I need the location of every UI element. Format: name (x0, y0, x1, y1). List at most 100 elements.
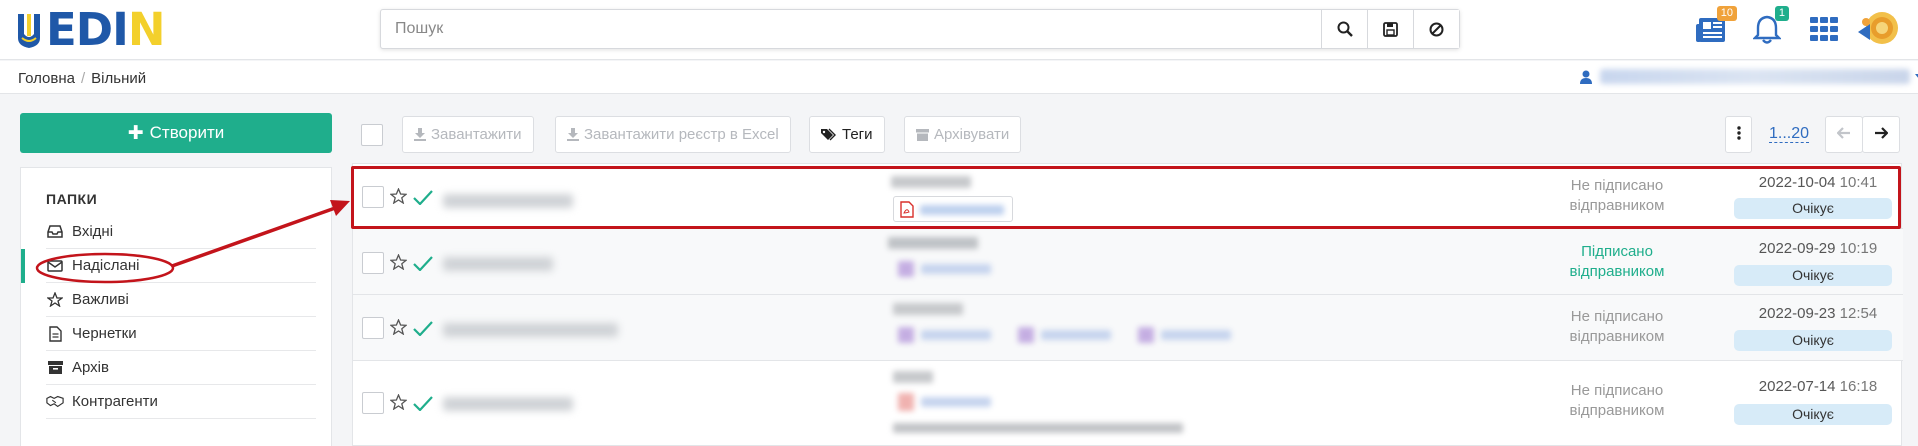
news-button[interactable]: 10 (1695, 6, 1737, 48)
breadcrumb-current: Вільний (91, 70, 147, 87)
more-options-button[interactable] (1725, 116, 1752, 153)
document-details-blurred (893, 423, 1183, 433)
file-icon-blurred (898, 327, 914, 343)
next-page-button[interactable] (1862, 116, 1900, 153)
download-icon (414, 128, 426, 141)
sidebar-item-contractors[interactable]: Контрагенти (46, 385, 316, 419)
search-input[interactable] (381, 10, 1321, 48)
star-icon[interactable] (389, 253, 408, 274)
date: 2022-07-14 (1758, 378, 1836, 395)
sidebar-item-label: Важливі (72, 291, 129, 308)
sidebar-item-label: Вхідні (72, 223, 114, 240)
row-checkbox[interactable] (362, 317, 384, 339)
table-row[interactable]: Підписано відправником 2022-09-29 10:19 … (353, 229, 1903, 295)
check-icon (413, 395, 433, 415)
message-date: 2022-07-14 16:18 (1753, 378, 1883, 395)
notifications-count-badge: 1 (1774, 6, 1789, 21)
date: 2022-09-29 (1758, 240, 1836, 257)
select-all-checkbox[interactable] (361, 124, 383, 146)
create-button[interactable]: ✚ Створити (20, 113, 332, 153)
archive-icon (46, 361, 64, 374)
check-icon (413, 255, 433, 275)
file-icon-blurred (1138, 327, 1154, 343)
apps-grid-icon (1810, 17, 1838, 41)
attachment-name-blurred (1161, 330, 1231, 340)
signature-status: Не підписано відправником (1569, 382, 1665, 419)
download-button[interactable]: Завантажити (402, 116, 534, 153)
sidebar-item-important[interactable]: Важливі (46, 283, 316, 317)
search-icon (1337, 21, 1353, 37)
envelope-icon (46, 259, 64, 272)
apps-button[interactable] (1810, 17, 1838, 45)
sidebar-item-inbox[interactable]: Вхідні (46, 215, 316, 249)
message-date: 2022-09-29 10:19 (1753, 240, 1883, 257)
user-avatar[interactable] (1856, 10, 1900, 50)
breadcrumb-bar: Головна / Вільний (0, 61, 1918, 94)
time: 10:19 (1839, 240, 1878, 257)
avatar-icon (1858, 12, 1898, 44)
sidebar-item-label: Контрагенти (72, 393, 158, 410)
highlight-box (351, 166, 1901, 229)
file-icon-blurred (898, 393, 914, 411)
save-icon (1383, 21, 1398, 37)
table-row[interactable]: Не підписано відправником 2022-07-14 16:… (353, 361, 1903, 446)
clear-search-button[interactable] (1413, 10, 1459, 48)
tags-button[interactable]: Теги (809, 116, 885, 153)
signature-status: Не підписано відправником (1569, 308, 1665, 345)
document-type-blurred (893, 371, 933, 383)
account-selector[interactable] (1580, 69, 1918, 84)
attachment-name-blurred (921, 264, 991, 274)
breadcrumb: Головна / Вільний (18, 70, 146, 87)
date: 2022-09-23 (1758, 305, 1836, 322)
table-row[interactable]: Не підписано відправником 2022-09-23 12:… (353, 295, 1903, 361)
create-button-label: Створити (149, 123, 225, 142)
star-icon (46, 292, 64, 307)
trident-icon (18, 14, 40, 48)
account-name-blurred (1600, 69, 1910, 84)
check-icon (413, 320, 433, 340)
status-badge: Очікує (1734, 265, 1892, 286)
export-excel-button-label: Завантажити реєстр в Excel (584, 126, 779, 143)
sender-name-blurred (443, 323, 618, 337)
page-range[interactable]: 1...20 (1763, 116, 1815, 153)
plus-icon: ✚ (127, 122, 144, 144)
breadcrumb-home[interactable]: Головна (18, 70, 75, 87)
page-range-label: 1...20 (1769, 125, 1810, 143)
prev-page-button[interactable] (1825, 116, 1863, 153)
attachment-name-blurred (1041, 330, 1111, 340)
tags-button-label: Теги (842, 126, 873, 143)
sender-name-blurred (443, 257, 553, 271)
sidebar-item-drafts[interactable]: Чернетки (46, 317, 316, 351)
folders-title: ПАПКИ (46, 191, 98, 207)
signature-status: Підписано відправником (1569, 243, 1665, 280)
row-checkbox[interactable] (362, 392, 384, 414)
row-checkbox[interactable] (362, 252, 384, 274)
file-icon-blurred (898, 261, 914, 277)
save-search-button[interactable] (1367, 10, 1413, 48)
news-count-badge: 10 (1716, 6, 1737, 21)
time: 16:18 (1839, 378, 1878, 395)
inbox-icon (46, 225, 64, 238)
edin-logo[interactable]: EDIN (16, 3, 166, 56)
archive-button-label: Архівувати (934, 126, 1010, 143)
folders-panel: ПАПКИ Вхідні Надіслані Важливі Чернетки … (20, 167, 332, 446)
archive-button[interactable]: Архівувати (904, 116, 1022, 153)
notifications-button[interactable]: 1 (1752, 6, 1789, 48)
sidebar-item-archive[interactable]: Архів (46, 351, 316, 385)
tags-icon (821, 128, 837, 141)
star-icon[interactable] (389, 318, 408, 339)
ban-icon (1429, 22, 1444, 36)
app-header: EDIN 10 1 (0, 0, 1918, 60)
caret-down-icon (1915, 73, 1918, 78)
search-button[interactable] (1321, 10, 1367, 48)
sidebar-item-sent[interactable]: Надіслані (21, 249, 316, 283)
export-excel-button[interactable]: Завантажити реєстр в Excel (555, 116, 791, 153)
attachment-name-blurred (921, 330, 991, 340)
download-button-label: Завантажити (431, 126, 522, 143)
arrow-left-icon (1836, 126, 1851, 143)
handshake-icon (46, 395, 64, 408)
logo-text: EDIN (46, 3, 166, 56)
vertical-ellipsis-icon (1736, 125, 1741, 144)
search-bar (380, 9, 1460, 49)
star-icon[interactable] (389, 393, 408, 414)
